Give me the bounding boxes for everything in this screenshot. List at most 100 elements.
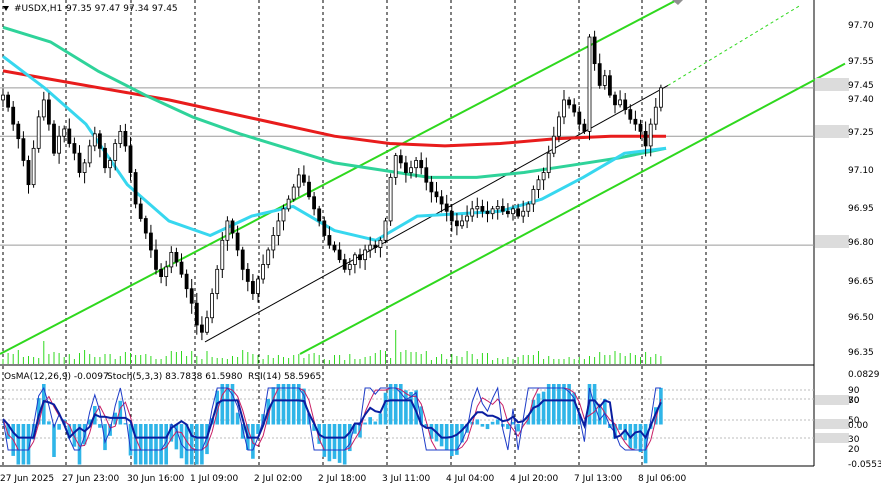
candle-body [653,106,658,125]
candle-body [419,160,424,169]
candle-body [317,208,322,222]
candle-body [551,135,556,154]
candle-body [31,147,36,186]
candle-body [108,160,112,169]
osma-bar [475,419,480,425]
osma-bar [373,421,378,425]
candle-body [240,249,245,270]
osma-bar [57,424,61,430]
candle-body [505,210,510,215]
time-tick: 30 Jun 16:00 [127,474,184,484]
candle-body [6,94,10,108]
candle-body [281,208,286,222]
indicator-tick: 0.0829 [848,370,880,380]
candle-body [189,288,194,304]
osma-bar [480,424,485,427]
osma-bar [149,424,153,465]
time-tick: 4 Jul 04:00 [446,474,495,484]
candle-body [592,36,597,65]
time-tick: 4 Jul 20:00 [510,474,559,484]
time-tick: 27 Jun 23:00 [62,474,119,484]
candle-body [587,36,592,132]
candle-body [398,155,403,164]
candle-body [77,152,82,173]
candle-body [511,208,515,215]
level-lower-label: 96.80 [848,238,874,248]
osma-bar [618,424,622,430]
candle-body [16,123,21,140]
candle-body [245,268,250,282]
indicator-tick: 70 [848,396,860,406]
candle-body [546,152,551,173]
osma-bar [536,393,541,425]
time-axis[interactable]: 27 Jun 2025 27 Jun 23:00 30 Jun 16:00 1 … [0,474,687,484]
osma-readout: OsMA(12,26,9) -0.0097 [4,372,109,382]
time-tick: 2 Jul 02:00 [254,474,303,484]
candle-body [623,99,628,111]
candle-body [393,155,398,178]
candle-body [531,189,536,205]
candle-body [439,196,444,205]
candle-body [572,104,577,113]
osma-bar [495,419,500,425]
osma-bar [450,424,454,457]
level-lower-marker [815,235,849,248]
osma-bar [383,392,388,425]
osma-bar [546,384,551,425]
price-tick: 96.65 [848,277,874,287]
candle-body [500,206,505,212]
time-tick: 8 Jul 06:00 [638,474,687,484]
time-tick: 2 Jul 18:00 [318,474,367,484]
osma-bar [195,424,199,465]
indicator-tick: 90 [848,386,860,396]
main-chart-area[interactable] [0,0,814,364]
indicator-axis[interactable]: 0.0829 90 80 50 20 -0.0553 70 0.00 30 [815,370,881,470]
candle-body [41,99,46,118]
current-price-label: 97.45 [848,81,874,91]
candle-body [47,99,51,125]
price-tick: 96.95 [848,204,874,214]
candle-body [123,130,128,147]
candle-body [174,251,179,263]
indicator-tick: -0.0553 [848,460,881,470]
candle-body [608,75,612,96]
candle-body [403,162,408,173]
candle-body [98,133,102,149]
candle-body [516,208,520,217]
price-axis[interactable]: 97.70 97.55 97.40 97.10 96.95 96.65 96.5… [815,21,874,358]
price-tick: 96.50 [848,313,874,323]
candle-body [337,249,342,261]
candle-body [169,251,174,268]
candle-body [307,181,311,198]
candle-body [11,106,16,125]
candle-body [460,220,464,227]
candle-body [138,203,143,219]
candle-body [21,138,26,161]
osma-bar [98,424,102,428]
candle-body [454,220,459,227]
osma-bar [271,387,276,425]
candle-body [143,218,148,234]
candle-body [52,123,56,154]
osma-bar [16,424,21,465]
candle-body [164,266,169,278]
osma-bar [552,384,556,425]
level-30-marker [815,433,849,443]
price-tick: 96.35 [848,348,874,358]
osma-bar [72,424,77,447]
osma-bar [47,421,51,425]
candle-body [118,130,123,144]
osma-bar [332,424,337,459]
indicator-tick: 0.00 [848,421,868,431]
candle-body [643,130,648,147]
candle-body [485,210,490,215]
candle-body [373,244,378,248]
candle-body [159,268,164,277]
candle-body [128,145,133,173]
candle-body [434,191,439,198]
osma-bar [388,384,393,425]
price-chart[interactable]: #USDX,H1 97.35 97.47 97.34 97.45 OsMA(12… [0,0,881,486]
candle-body [133,172,138,205]
candle-body [628,109,633,120]
osma-bar [286,384,291,425]
